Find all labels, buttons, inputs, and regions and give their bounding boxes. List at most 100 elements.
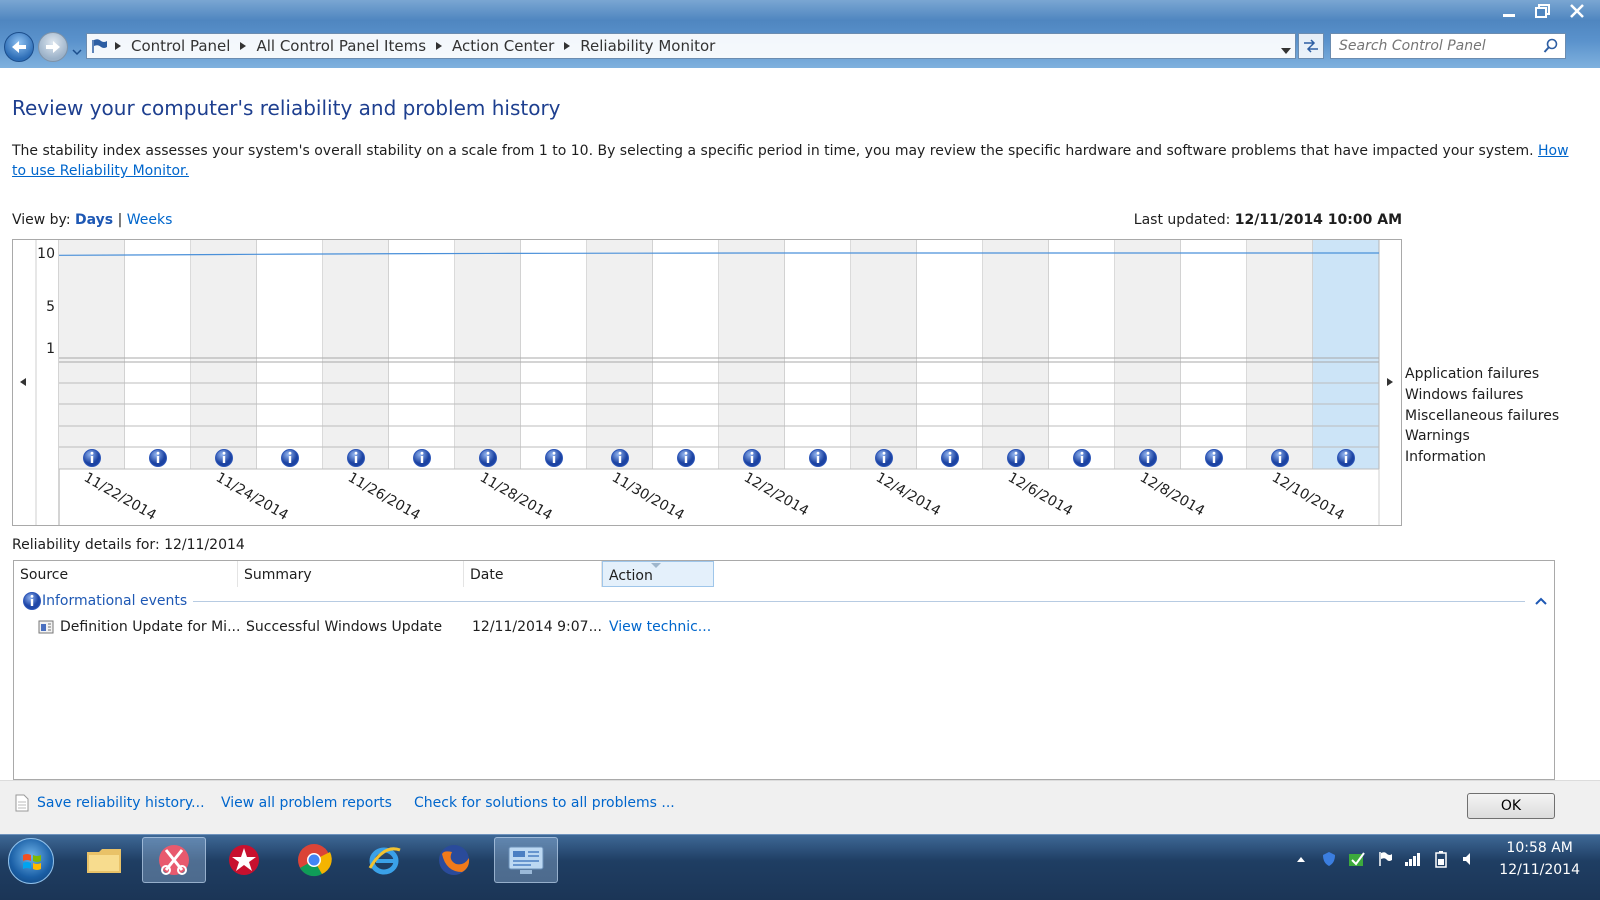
information-icon [23, 592, 41, 610]
information-icon-stem [1146, 456, 1150, 463]
day-column[interactable] [389, 240, 455, 469]
information-icon-stem [750, 456, 754, 463]
information-icon-stem [552, 456, 556, 463]
information-icon-stem [684, 456, 688, 463]
show-hidden-icons-icon[interactable] [1287, 848, 1315, 870]
view-weeks-link[interactable]: Weeks [127, 212, 173, 228]
internet-explorer-icon[interactable] [352, 837, 416, 883]
information-icon-dot [486, 451, 490, 455]
column-header-summary[interactable]: Summary [238, 561, 464, 587]
group-informational-events[interactable]: Informational events [22, 591, 1547, 611]
start-button[interactable] [8, 838, 54, 884]
refresh-button[interactable] [1298, 33, 1324, 59]
snipping-tool-icon[interactable] [142, 837, 206, 883]
day-column[interactable] [851, 240, 917, 469]
information-icon-dot [222, 451, 226, 455]
breadcrumb-control-panel[interactable]: Control Panel [125, 37, 236, 55]
day-column[interactable] [125, 240, 191, 469]
information-icon-dot [354, 451, 358, 455]
column-header-date[interactable]: Date [464, 561, 602, 587]
breadcrumb: Control Panel All Control Panel Items Ac… [111, 37, 721, 55]
network-signal-icon[interactable] [1399, 848, 1427, 870]
address-bar[interactable]: Control Panel All Control Panel Items Ac… [86, 33, 1296, 59]
day-column[interactable] [455, 240, 521, 469]
save-history-link[interactable]: Save reliability history... [37, 795, 205, 811]
information-icon-dot [420, 451, 424, 455]
day-column[interactable] [521, 240, 587, 469]
action-center-flag-icon[interactable] [1371, 848, 1399, 870]
breadcrumb-all-items[interactable]: All Control Panel Items [250, 37, 432, 55]
back-button[interactable] [4, 32, 34, 62]
collapse-icon[interactable] [1535, 597, 1547, 605]
close-icon[interactable] [1560, 0, 1594, 22]
column-header-action[interactable]: Action [602, 561, 714, 587]
day-column[interactable] [1049, 240, 1115, 469]
minimize-icon[interactable] [1492, 0, 1526, 22]
maximize-icon[interactable] [1526, 0, 1560, 22]
day-column[interactable] [257, 240, 323, 469]
recent-pages-dropdown[interactable] [71, 42, 83, 56]
view-problem-reports-link[interactable]: View all problem reports [221, 795, 392, 811]
day-column[interactable] [1181, 240, 1247, 469]
day-column[interactable] [59, 240, 125, 469]
pokerstars-icon[interactable] [212, 837, 276, 883]
column-header-source[interactable]: Source [14, 561, 238, 587]
taskbar: 10:58 AM 12/11/2014 [0, 834, 1600, 900]
table-row[interactable]: Definition Update for Mi... Successful W… [14, 617, 1554, 637]
scroll-left-arrow-icon[interactable] [20, 378, 26, 386]
breadcrumb-reliability-monitor[interactable]: Reliability Monitor [574, 37, 721, 55]
date-axis-label: 11/30/2014 [609, 470, 687, 524]
date-axis-label: 11/28/2014 [477, 470, 555, 524]
information-icon-stem [1344, 456, 1348, 463]
view-technical-details-link[interactable]: View technic... [609, 617, 711, 637]
information-icon-dot [90, 451, 94, 455]
search-input[interactable] [1331, 38, 1536, 54]
search-box[interactable] [1330, 33, 1566, 59]
control-panel-icon[interactable] [494, 837, 558, 883]
breadcrumb-arrow-icon[interactable] [236, 42, 250, 50]
update-check-icon[interactable] [1343, 848, 1371, 870]
selected-day-column[interactable] [1313, 240, 1379, 469]
search-icon[interactable] [1543, 38, 1559, 58]
day-column[interactable] [653, 240, 719, 469]
reliability-chart[interactable]: 10 5 1 11/22/2014 11/24/2014 11/26/2014 11/28/… [12, 239, 1402, 526]
ok-button[interactable]: OK [1467, 793, 1555, 819]
information-icon-dot [1278, 451, 1282, 455]
file-explorer-icon[interactable] [72, 837, 136, 883]
day-column[interactable] [323, 240, 389, 469]
volume-icon[interactable] [1455, 848, 1483, 870]
day-column[interactable] [983, 240, 1049, 469]
taskbar-clock[interactable]: 10:58 AM 12/11/2014 [1483, 837, 1600, 881]
battery-icon[interactable] [1427, 848, 1455, 870]
reliability-chart-svg[interactable]: 10 5 1 11/22/2014 11/24/2014 11/26/2014 11/28/… [13, 240, 1401, 525]
information-icon-stem [1212, 456, 1216, 463]
chrome-icon[interactable] [282, 837, 346, 883]
day-column[interactable] [917, 240, 983, 469]
breadcrumb-arrow-icon[interactable] [432, 42, 446, 50]
scroll-right-arrow-icon[interactable] [1387, 378, 1393, 386]
view-by-label: View by: [12, 212, 71, 228]
day-column[interactable] [1115, 240, 1181, 469]
information-icon-stem [948, 456, 952, 463]
information-icon-dot [882, 451, 886, 455]
column-header-action-label: Action [609, 568, 653, 584]
breadcrumb-arrow-icon[interactable] [111, 42, 125, 50]
day-column[interactable] [587, 240, 653, 469]
view-days-link[interactable]: Days [75, 212, 113, 228]
firefox-icon[interactable] [422, 837, 486, 883]
day-column[interactable] [1247, 240, 1313, 469]
security-shield-icon[interactable] [1315, 848, 1343, 870]
refresh-icon [1304, 39, 1318, 53]
day-column[interactable] [719, 240, 785, 469]
forward-button[interactable] [38, 32, 68, 62]
breadcrumb-arrow-icon[interactable] [560, 42, 574, 50]
row-date: 12/11/2014 9:07... [472, 619, 602, 635]
legend-warnings: Warnings [1405, 428, 1470, 445]
day-column[interactable] [191, 240, 257, 469]
day-column[interactable] [785, 240, 851, 469]
check-solutions-link[interactable]: Check for solutions to all problems ... [414, 795, 675, 811]
clock-time: 10:58 AM [1506, 840, 1573, 856]
breadcrumb-action-center[interactable]: Action Center [446, 37, 560, 55]
information-icon-dot [684, 451, 688, 455]
address-dropdown-icon[interactable] [1281, 41, 1291, 59]
